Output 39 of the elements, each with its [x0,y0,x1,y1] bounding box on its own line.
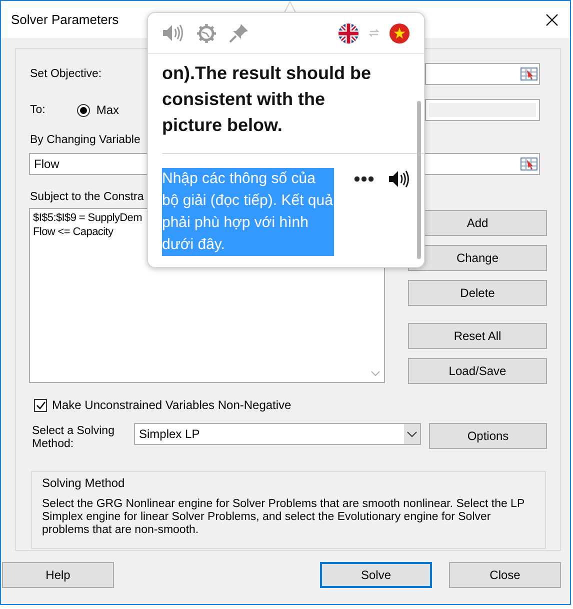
info-text: Select the GRG Nonlinear engine for Solver Problems that are smooth nonlinear. Select the LP Simplex engine for linear Solver Problems, and select the Evolutionary engine for Solver problems that are non-smooth. [42,498,526,537]
constraint-button[interactable]: Change [408,245,547,271]
checkbox[interactable] [34,398,47,412]
dropdown-value: Simplex LP [139,427,200,441]
settings-icon[interactable] [196,22,217,44]
close-icon[interactable] [546,14,558,26]
to-label: To: [30,104,46,116]
objective-field[interactable] [425,63,540,85]
constraint-button[interactable]: Reset All [408,323,547,349]
translated-text: Nhập các thông số của bộ giải (đọc tiếp). Kết quả phải phù hợp với hình dưới đây. [162,168,334,256]
constraint-button[interactable]: Load/Save [408,358,547,384]
method-dropdown[interactable]: Simplex LP [134,423,421,445]
caret-icon[interactable] [404,424,420,444]
objective-label: Set Objective: [30,68,102,80]
cell-range-icon[interactable] [520,66,538,82]
more-icon[interactable] [354,176,374,182]
speaker-icon[interactable] [388,169,410,189]
constraint-item[interactable]: $I$5:$I$9 = SupplyDem [33,211,142,225]
flag-icon[interactable] [389,22,410,44]
checkbox-label: Make Unconstrained Variables Non-Negative [52,398,292,412]
dialog-button[interactable]: Solve [320,562,432,588]
method-label: Select a Solving Method: [32,424,116,451]
options-button[interactable]: Options [429,423,547,449]
radio-button[interactable] [77,104,90,116]
source-text: on).The result should be consistent with the picture below. [162,62,372,136]
constraint-button[interactable]: Delete [408,280,547,306]
window-title: Solver Parameters [11,12,119,27]
dialog-button[interactable]: Help [2,562,114,588]
cell-range-icon[interactable] [520,156,538,172]
flag-icon[interactable] [338,22,359,44]
radio-label: Max [96,103,120,117]
dialog-button[interactable]: Close [449,562,561,588]
constraints-label: Subject to the Constra [30,191,144,205]
scrollbar-thumb[interactable] [417,101,421,259]
variables-label: By Changing Variable [30,134,140,148]
pin-icon[interactable] [229,23,249,43]
info-title: Solving Method [42,476,126,490]
field-value: Flow [34,157,60,171]
constraint-item[interactable]: Flow <= Capacity [33,225,114,239]
